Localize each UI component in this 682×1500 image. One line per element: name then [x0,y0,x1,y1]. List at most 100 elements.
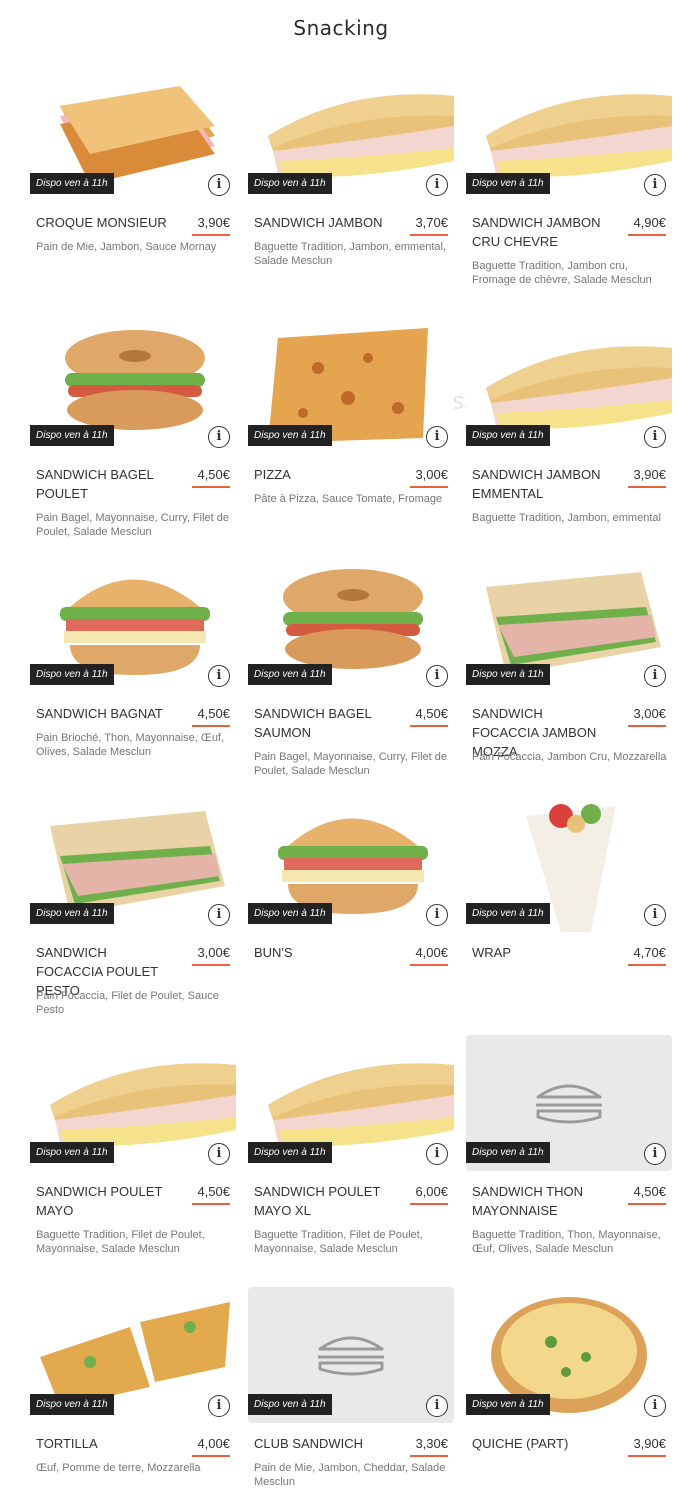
product-description: Baguette Tradition, Thon, Mayonnaise, Œu… [472,1229,661,1255]
price-underline [410,725,448,727]
price-underline [628,1455,666,1457]
croque-image[interactable]: Dispo ven à 11h i [30,66,236,202]
product-price: 4,50€ [197,706,230,721]
product-description: Pain Bagel, Mayonnaise, Curry, Filet de … [254,751,447,777]
price-underline [410,1203,448,1205]
info-icon[interactable]: i [208,174,230,196]
price-underline [192,1455,230,1457]
product-price: 4,90€ [633,215,666,230]
product-name: TORTILLA [36,1436,98,1451]
info-icon[interactable]: i [208,665,230,687]
product-name: SANDWICH POULET MAYO [36,1184,163,1218]
product-price: 4,50€ [633,1184,666,1199]
availability-badge: Dispo ven à 11h [248,1142,332,1163]
product-name: SANDWICH JAMBON EMMENTAL [472,467,601,501]
info-icon[interactable]: i [644,1395,666,1417]
info-icon[interactable]: i [426,174,448,196]
product-name: SANDWICH BAGNAT [36,706,163,721]
product-price: 3,30€ [415,1436,448,1451]
product-name: SANDWICH BAGEL SAUMON [254,706,372,740]
product-name: SANDWICH POULET MAYO XL [254,1184,381,1218]
product-description: Pain Focaccia, Jambon Cru, Mozzarella [472,751,667,763]
info-icon[interactable]: i [644,426,666,448]
wrap-image[interactable]: Dispo ven à 11h i [466,796,672,932]
info-icon[interactable]: i [208,1143,230,1165]
product-price: 4,00€ [415,945,448,960]
pizza-image[interactable]: Dispo ven à 11h i [248,318,454,454]
price-underline [628,1203,666,1205]
tortilla-image[interactable]: Dispo ven à 11h i [30,1287,236,1423]
product-price: 3,90€ [633,1436,666,1451]
baguette-image[interactable]: Dispo ven à 11h i [248,66,454,202]
availability-badge: Dispo ven à 11h [30,173,114,194]
product-price: 3,00€ [415,467,448,482]
baguette-image[interactable]: Dispo ven à 11h i [466,318,672,454]
focaccia-image[interactable]: Dispo ven à 11h i [30,796,236,932]
availability-badge: Dispo ven à 11h [248,425,332,446]
info-icon[interactable]: i [426,1395,448,1417]
product-name: PIZZA [254,467,291,482]
bagel-image[interactable]: Dispo ven à 11h i [30,318,236,454]
baguette-image[interactable]: Dispo ven à 11h i [248,1035,454,1171]
price-underline [628,234,666,236]
info-icon[interactable]: i [644,904,666,926]
baguette-image[interactable]: Dispo ven à 11h i [30,1035,236,1171]
price-underline [410,1455,448,1457]
info-icon[interactable]: i [426,665,448,687]
availability-badge: Dispo ven à 11h [30,664,114,685]
price-underline [410,234,448,236]
info-icon[interactable]: i [426,426,448,448]
price-underline [628,486,666,488]
availability-badge: Dispo ven à 11h [466,903,550,924]
sandwich-placeholder-icon[interactable]: Dispo ven à 11h i [466,1035,672,1171]
product-description: Pain de Mie, Jambon, Sauce Mornay [36,241,217,253]
sandwich-placeholder-icon[interactable]: Dispo ven à 11h i [248,1287,454,1423]
price-underline [192,234,230,236]
info-icon[interactable]: i [426,1143,448,1165]
availability-badge: Dispo ven à 11h [30,1394,114,1415]
availability-badge: Dispo ven à 11h [248,903,332,924]
product-description: Pâte à Pizza, Sauce Tomate, Fromage [254,493,443,505]
availability-badge: Dispo ven à 11h [30,1142,114,1163]
availability-badge: Dispo ven à 11h [248,1394,332,1415]
price-underline [410,964,448,966]
availability-badge: Dispo ven à 11h [466,1142,550,1163]
info-icon[interactable]: i [644,1143,666,1165]
focaccia-image[interactable]: Dispo ven à 11h i [466,557,672,693]
product-description: Pain Brioché, Thon, Mayonnaise, Œuf, Oli… [36,732,225,758]
product-price: 4,50€ [197,1184,230,1199]
product-price: 3,90€ [633,467,666,482]
availability-badge: Dispo ven à 11h [466,1394,550,1415]
info-icon[interactable]: i [644,665,666,687]
product-name: SANDWICH THON MAYONNAISE [472,1184,583,1218]
burger-image[interactable]: Dispo ven à 11h i [248,796,454,932]
product-description: Pain Focaccia, Filet de Poulet, Sauce Pe… [36,990,219,1016]
info-icon[interactable]: i [208,904,230,926]
availability-badge: Dispo ven à 11h [466,173,550,194]
burger-image[interactable]: Dispo ven à 11h i [30,557,236,693]
price-underline [410,486,448,488]
product-price: 3,70€ [415,215,448,230]
product-price: 4,70€ [633,945,666,960]
baguette-image[interactable]: Dispo ven à 11h i [466,66,672,202]
product-description: Baguette Tradition, Jambon, emmental [472,512,661,524]
availability-badge: Dispo ven à 11h [30,903,114,924]
product-name: SANDWICH JAMBON [254,215,383,230]
product-name: SANDWICH BAGEL POULET [36,467,154,501]
product-description: Baguette Tradition, Filet de Poulet, May… [36,1229,205,1255]
product-price: 3,90€ [197,215,230,230]
price-underline [628,964,666,966]
product-name: CROQUE MONSIEUR [36,215,167,230]
availability-badge: Dispo ven à 11h [248,173,332,194]
product-description: Baguette Tradition, Filet de Poulet, May… [254,1229,423,1255]
bagel-image[interactable]: Dispo ven à 11h i [248,557,454,693]
info-icon[interactable]: i [208,426,230,448]
quiche-image[interactable]: Dispo ven à 11h i [466,1287,672,1423]
product-name: WRAP [472,945,511,960]
product-price: 6,00€ [415,1184,448,1199]
product-price: 4,50€ [415,706,448,721]
product-price: 4,00€ [197,1436,230,1451]
info-icon[interactable]: i [208,1395,230,1417]
info-icon[interactable]: i [644,174,666,196]
info-icon[interactable]: i [426,904,448,926]
